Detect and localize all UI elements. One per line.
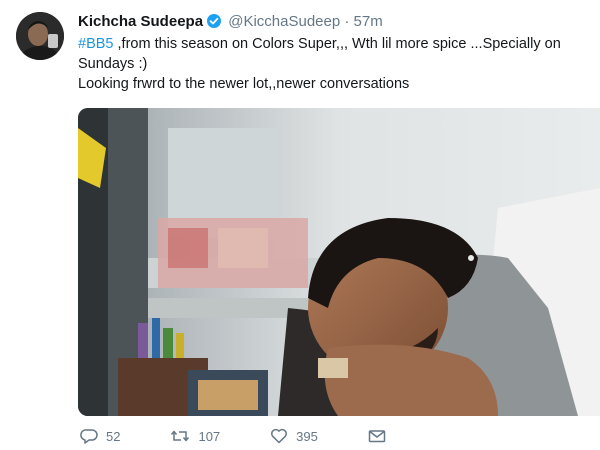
avatar[interactable] [16, 12, 64, 60]
tweet-text-line-1: #BB5 ,from this season on Colors Super,,… [78, 34, 583, 74]
tweet-header: Kichcha Sudeepa @KicchaSudeep · 57m [78, 12, 383, 35]
like-button[interactable]: 395 [270, 428, 318, 444]
envelope-icon [368, 428, 386, 444]
like-count: 395 [296, 428, 318, 444]
direct-message-button[interactable] [368, 428, 386, 444]
retweet-icon [170, 428, 190, 444]
heart-icon [270, 428, 288, 444]
tweet-timestamp[interactable]: 57m [354, 13, 383, 30]
author-handle[interactable]: @KicchaSudeep [228, 13, 340, 30]
reply-button[interactable]: 52 [80, 428, 120, 444]
tweet-card: Kichcha Sudeepa @KicchaSudeep · 57m #BB5… [0, 0, 600, 450]
tweet-media-image[interactable] [78, 108, 600, 416]
tweet-text: #BB5 ,from this season on Colors Super,,… [78, 34, 583, 94]
reply-icon [80, 428, 98, 444]
tweet-actions: 52 107 395 [78, 428, 436, 444]
author-name[interactable]: Kichcha Sudeepa [78, 13, 203, 30]
reply-count: 52 [106, 428, 121, 444]
header-separator: · [344, 13, 350, 30]
retweet-button[interactable]: 107 [170, 428, 220, 444]
tweet-text-line-2: Looking frwrd to the newer lot,,newer co… [78, 76, 410, 92]
verified-badge-icon [206, 13, 222, 35]
hashtag-link[interactable]: #BB5 [78, 36, 113, 52]
tweet-text-body: ,from this season on Colors Super,,, Wth… [78, 36, 561, 72]
retweet-count: 107 [198, 428, 221, 444]
